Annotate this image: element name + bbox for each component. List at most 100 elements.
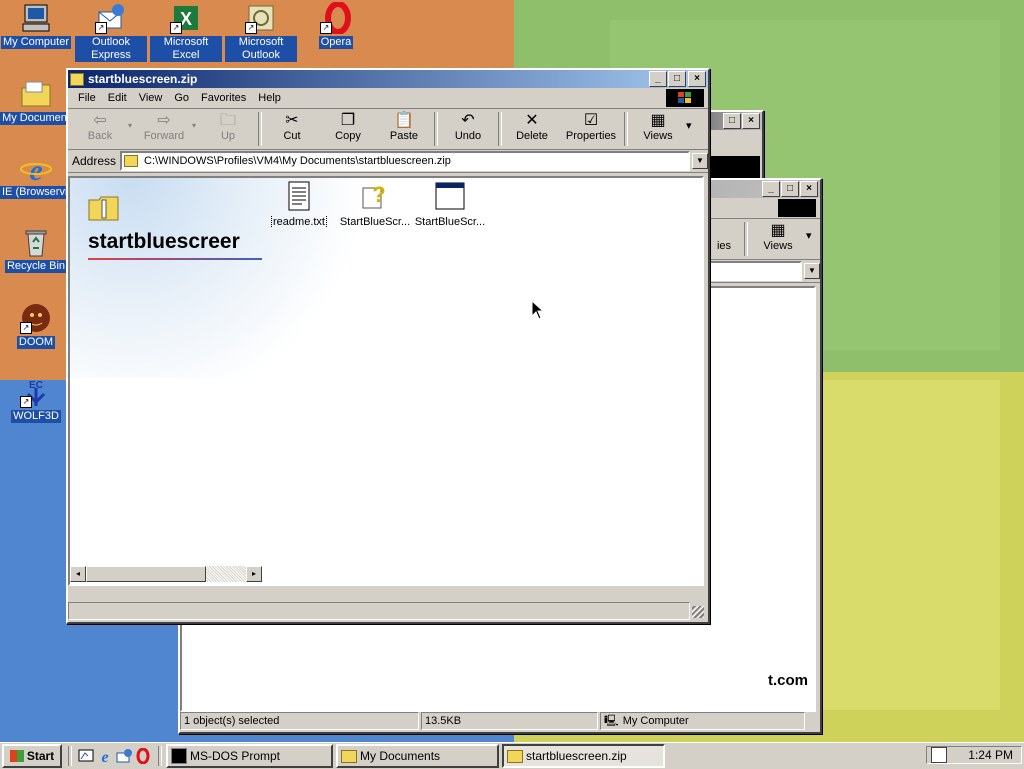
windows-flag-icon bbox=[9, 750, 24, 762]
msdos-titlebar[interactable]: □ × bbox=[708, 112, 762, 130]
forward-dropdown-arrow-icon[interactable]: ▾ bbox=[192, 109, 200, 130]
ie-quicklaunch-icon[interactable]: e bbox=[97, 748, 113, 766]
minimize-button[interactable]: _ bbox=[649, 71, 667, 87]
menu-go[interactable]: Go bbox=[168, 92, 195, 104]
desktop-icon-recycle-bin[interactable]: Recycle Bin bbox=[0, 226, 72, 273]
opera-quicklaunch-icon[interactable] bbox=[135, 747, 151, 765]
menubar: File Edit View Go Favorites Help bbox=[68, 88, 708, 109]
my-documents-close-button[interactable]: × bbox=[800, 181, 818, 197]
taskbar-separator bbox=[158, 746, 162, 766]
undo-button[interactable]: ↶ Undo bbox=[440, 109, 496, 149]
start-button[interactable]: Start bbox=[2, 744, 62, 768]
file-readme-txt[interactable]: readme.txt bbox=[262, 180, 336, 228]
msdos-maximize-button[interactable]: □ bbox=[723, 113, 741, 129]
wolf3d-icon: EC ↗ bbox=[20, 376, 52, 408]
views-dropdown-arrow-icon[interactable]: ▾ bbox=[686, 109, 700, 132]
up-folder-icon: 🗀 bbox=[219, 112, 236, 129]
startbluescreen-window[interactable]: startbluescreen.zip _ □ × File Edit View… bbox=[66, 68, 710, 624]
my-documents-minimize-button[interactable]: _ bbox=[762, 181, 780, 197]
desktop-icon-opera[interactable]: ↗ Opera bbox=[300, 1, 372, 49]
windows-logo-icon bbox=[666, 89, 704, 107]
copy-button[interactable]: ❐ Copy bbox=[320, 109, 376, 149]
address-dropdown-button[interactable]: ▼ bbox=[692, 153, 708, 169]
desktop-icon-my-documents[interactable]: My Document bbox=[0, 78, 72, 125]
views-icon: ▦ bbox=[650, 112, 666, 129]
my-documents-views-button[interactable]: ▦ Views bbox=[750, 219, 806, 259]
desktop-icon-wolf3d[interactable]: EC ↗ WOLF3D bbox=[0, 376, 72, 423]
cut-button[interactable]: ✂ Cut bbox=[264, 109, 320, 149]
help-file-icon: ? bbox=[359, 180, 391, 212]
my-documents-address-dropdown[interactable]: ▼ bbox=[804, 263, 820, 279]
views-dropdown-arrow-icon[interactable]: ▾ bbox=[806, 219, 820, 242]
scrollbar-thumb[interactable] bbox=[86, 566, 206, 582]
menu-help[interactable]: Help bbox=[252, 92, 287, 104]
banner-title: startbluescreer bbox=[88, 230, 240, 253]
outlook-express-icon: ↗ bbox=[95, 2, 127, 34]
excel-icon: X ↗ bbox=[170, 2, 202, 34]
zip-folder-icon bbox=[70, 72, 84, 86]
scrollbar-track[interactable] bbox=[206, 566, 246, 582]
menu-edit[interactable]: Edit bbox=[102, 92, 133, 104]
paste-button[interactable]: 📋 Paste bbox=[376, 109, 432, 149]
shortcut-arrow-icon: ↗ bbox=[170, 22, 182, 34]
my-documents-maximize-button[interactable]: □ bbox=[781, 181, 799, 197]
views-button[interactable]: ▦ Views bbox=[630, 109, 686, 149]
status-location: 🖳 My Computer bbox=[600, 712, 805, 730]
back-button[interactable]: ⇦ Back bbox=[72, 109, 128, 149]
properties-button[interactable]: ☑ Properties bbox=[560, 109, 622, 149]
scheduler-icon[interactable] bbox=[931, 747, 947, 763]
startbluescreen-titlebar[interactable]: startbluescreen.zip _ □ × bbox=[68, 70, 708, 88]
maximize-button[interactable]: □ bbox=[668, 71, 686, 87]
file-startbluescreen-app[interactable]: StartBlueScr... bbox=[413, 180, 487, 228]
properties-icon: ☑ bbox=[583, 112, 599, 129]
delete-x-icon: ✕ bbox=[525, 112, 539, 129]
opera-icon: ↗ bbox=[320, 1, 352, 35]
task-my-documents[interactable]: My Documents bbox=[336, 744, 499, 768]
desktop-icon-excel[interactable]: X ↗ Microsoft Excel bbox=[150, 2, 222, 62]
folder-content[interactable]: startbluescreer readme.txt ? StartBlueSc… bbox=[68, 176, 704, 586]
my-computer-small-icon: 🖳 bbox=[604, 715, 619, 727]
forward-button[interactable]: ⇨ Forward bbox=[136, 109, 192, 149]
msdos-console[interactable] bbox=[710, 156, 760, 178]
shortcut-arrow-icon: ↗ bbox=[320, 22, 332, 34]
svg-text:?: ? bbox=[372, 182, 385, 207]
file-startbluescreen-help[interactable]: ? StartBlueScr... bbox=[338, 180, 412, 228]
mouse-cursor-icon bbox=[531, 299, 545, 323]
system-tray: 1:24 PM bbox=[926, 746, 1022, 764]
recycle-bin-icon bbox=[20, 226, 52, 258]
show-desktop-icon[interactable] bbox=[78, 748, 94, 764]
msdos-close-button[interactable]: × bbox=[742, 113, 760, 129]
clock[interactable]: 1:24 PM bbox=[968, 748, 1013, 762]
my-computer-icon bbox=[20, 2, 52, 34]
back-arrow-icon: ⇦ bbox=[93, 112, 107, 129]
status-size: 13.5KB bbox=[421, 712, 598, 730]
views-icon: ▦ bbox=[770, 222, 786, 239]
svg-text:e: e bbox=[101, 749, 108, 764]
horizontal-scrollbar[interactable]: ◂ ▸ bbox=[70, 566, 262, 582]
up-button[interactable]: 🗀 Up bbox=[200, 109, 256, 149]
scroll-right-button[interactable]: ▸ bbox=[246, 566, 262, 582]
desktop-icon-doom[interactable]: ↗ DOOM bbox=[0, 302, 72, 349]
my-documents-statusbar: 1 object(s) selected 13.5KB 🖳 My Compute… bbox=[180, 712, 807, 730]
taskbar-separator bbox=[68, 746, 72, 766]
task-startbluescreen-zip[interactable]: startbluescreen.zip bbox=[502, 744, 665, 768]
banner-underline bbox=[88, 258, 262, 260]
address-input[interactable]: C:\WINDOWS\Profiles\VM4\My Documents\sta… bbox=[120, 151, 690, 171]
outlook-express-quicklaunch-icon[interactable] bbox=[116, 748, 132, 764]
menu-view[interactable]: View bbox=[133, 92, 169, 104]
delete-button[interactable]: ✕ Delete bbox=[504, 109, 560, 149]
menu-favorites[interactable]: Favorites bbox=[195, 92, 252, 104]
copy-icon: ❐ bbox=[340, 112, 356, 129]
desktop-icon-ie[interactable]: e IE (Browservice bbox=[0, 152, 82, 199]
svg-text:e: e bbox=[29, 154, 42, 184]
close-button[interactable]: × bbox=[688, 71, 706, 87]
outlook-icon: ↗ bbox=[245, 2, 277, 34]
resize-grip-icon[interactable] bbox=[692, 606, 704, 618]
scroll-left-button[interactable]: ◂ bbox=[70, 566, 86, 582]
desktop-icon-outlook[interactable]: ↗ Microsoft Outlook bbox=[225, 2, 297, 62]
task-msdos-prompt[interactable]: MS-DOS Prompt bbox=[166, 744, 333, 768]
back-dropdown-arrow-icon[interactable]: ▾ bbox=[128, 109, 136, 130]
desktop-icon-my-computer[interactable]: My Computer bbox=[0, 2, 72, 49]
desktop-icon-outlook-express[interactable]: ↗ Outlook Express bbox=[75, 2, 147, 62]
menu-file[interactable]: File bbox=[72, 92, 102, 104]
